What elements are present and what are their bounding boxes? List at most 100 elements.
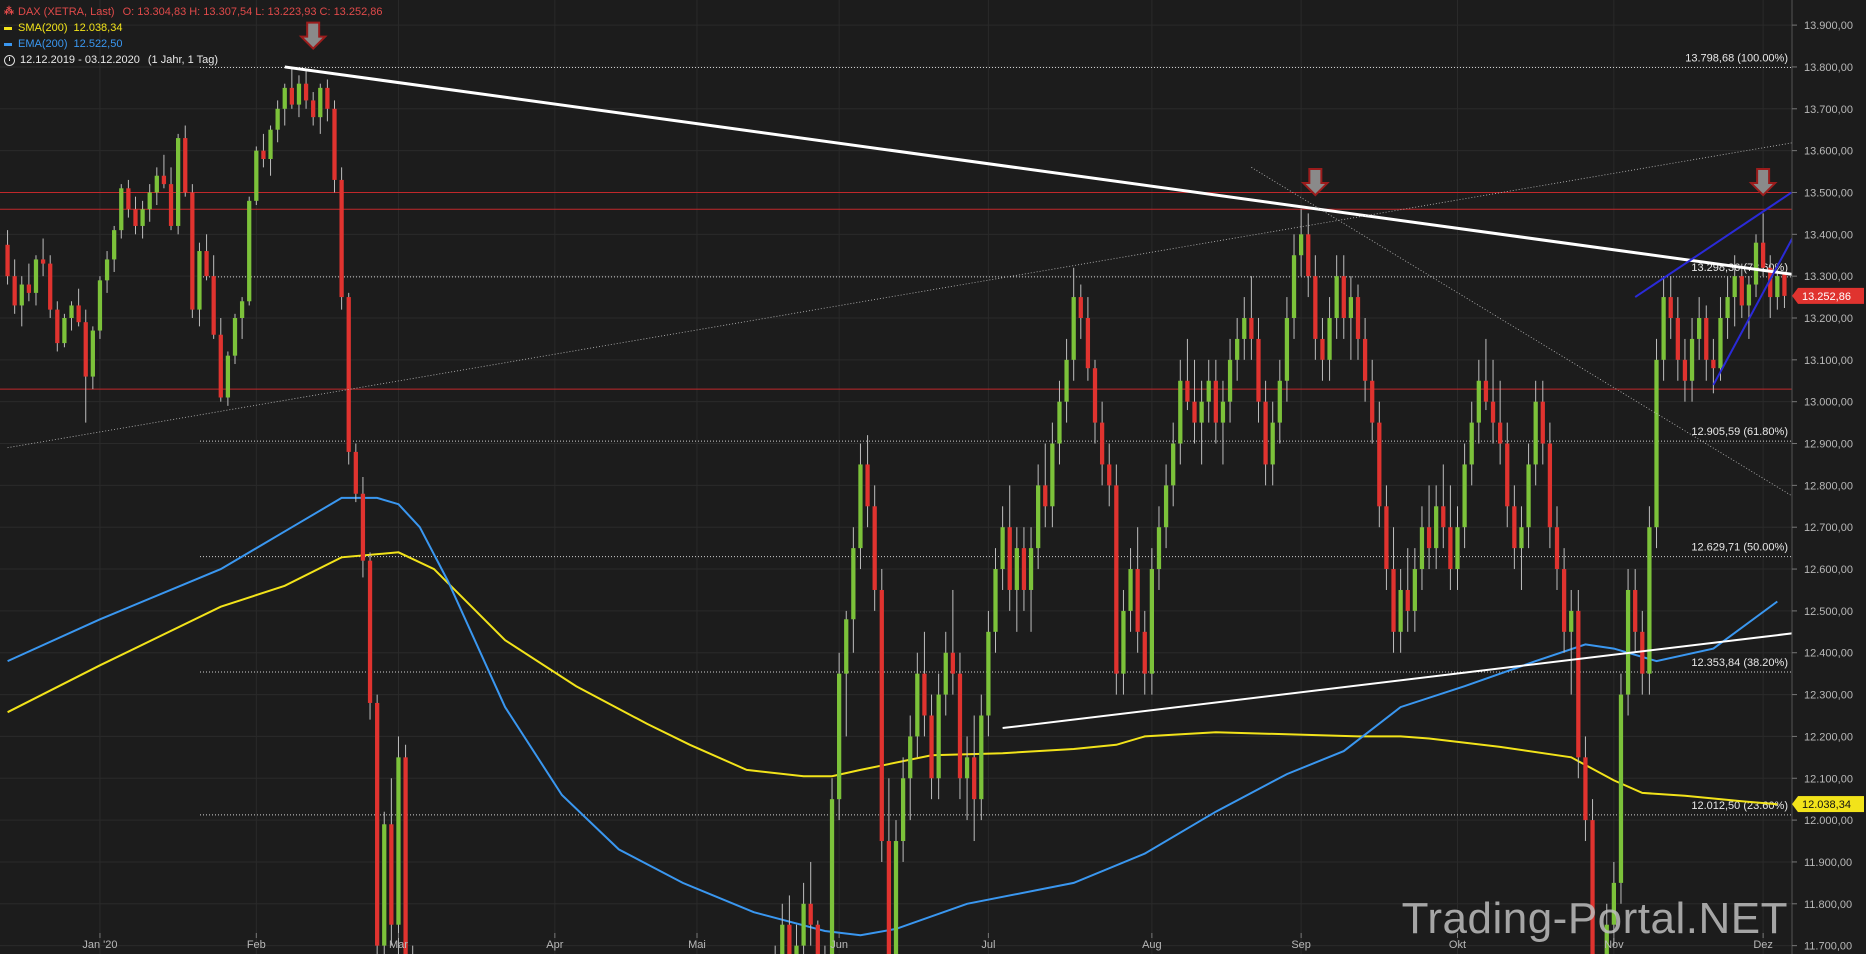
price-tick-label-17: 13.400,00 <box>1804 229 1853 241</box>
chart-legend: ⁂ DAX (XETRA, Last) O: 13.304,83 H: 13.3… <box>4 4 383 68</box>
candle-body-149 <box>1064 359 1069 402</box>
price-chart[interactable]: 13.798,68 (100.00%)13.298,36 (78.60%)12.… <box>0 0 1866 954</box>
candle-body-8 <box>62 318 67 344</box>
candle-body-129 <box>922 673 927 716</box>
candle-body-179 <box>1277 380 1282 423</box>
time-tick-label-5: Jun <box>830 939 848 951</box>
candle-body-121 <box>865 464 870 507</box>
fib-label-2: 12.905,59 (61.80%) <box>1691 426 1788 438</box>
candle-body-122 <box>872 506 877 590</box>
candle-body-136 <box>972 757 977 800</box>
candle-body-238 <box>1697 318 1702 339</box>
candle-body-162 <box>1156 527 1162 570</box>
candle-body-168 <box>1199 401 1204 423</box>
candle-body-144 <box>1028 548 1034 590</box>
legend-title: DAX (XETRA, Last) <box>18 6 115 18</box>
candle-body-190 <box>1355 297 1361 339</box>
candle-body-237 <box>1689 338 1695 381</box>
legend-ema-row[interactable]: EMA(200) 12.522,50 <box>4 36 383 52</box>
candle-body-42 <box>303 83 309 101</box>
fib-label-3: 12.629,71 (50.00%) <box>1691 542 1788 554</box>
candle-body-170 <box>1213 380 1218 423</box>
legend-period: (1 Jahr, 1 Tag) <box>147 54 219 66</box>
candle-body-33 <box>239 301 245 318</box>
candle-body-2 <box>19 284 24 306</box>
candle-body-220 <box>1569 610 1574 632</box>
candle-body-35 <box>254 150 259 201</box>
candle-body-152 <box>1085 318 1091 369</box>
time-tick-label-3: Apr <box>546 939 563 951</box>
candle-body-127 <box>908 736 913 779</box>
legend-sma-label: SMA(200) <box>18 22 68 34</box>
candle-body-151 <box>1078 297 1083 318</box>
candle-body-15 <box>112 230 117 260</box>
candle-body-50 <box>360 493 366 561</box>
candle-body-22 <box>161 175 167 185</box>
candle-body-13 <box>97 280 103 331</box>
candle-body-9 <box>69 305 74 318</box>
time-tick-label-1: Feb <box>247 939 266 951</box>
candle-body-189 <box>1348 297 1354 318</box>
legend-sma-row[interactable]: SMA(200) 12.038,34 <box>4 20 383 36</box>
candle-body-116 <box>829 799 835 954</box>
candle-body-186 <box>1327 318 1332 360</box>
candle-body-147 <box>1050 443 1055 507</box>
candle-body-26 <box>190 192 195 310</box>
candle-body-29 <box>211 276 216 335</box>
sma-price-tag: 12.038,34 <box>1802 799 1851 811</box>
candle-body-125 <box>893 841 899 954</box>
candle-body-114 <box>815 924 820 954</box>
candle-body-217 <box>1547 443 1553 528</box>
candle-body-227 <box>1618 694 1624 883</box>
candle-body-246 <box>1753 242 1759 285</box>
candle-body-17 <box>126 188 131 210</box>
candle-body-23 <box>168 184 174 226</box>
candle-body-134 <box>957 673 963 779</box>
candle-body-117 <box>837 673 842 800</box>
candle-body-0 <box>5 244 10 277</box>
candle-body-47 <box>339 179 344 298</box>
candle-body-135 <box>964 757 970 779</box>
candle-body-229 <box>1633 589 1638 632</box>
time-tick-label-0: Jan '20 <box>82 939 117 951</box>
sma-swatch-icon <box>4 26 12 30</box>
candle-body-19 <box>140 209 145 226</box>
time-tick-label-8: Sep <box>1291 939 1311 951</box>
candle-body-228 <box>1625 589 1631 695</box>
candle-body-235 <box>1675 318 1680 360</box>
candle-body-48 <box>346 297 351 452</box>
candle-body-120 <box>858 464 863 549</box>
candle-body-137 <box>979 715 984 800</box>
price-tick-label-13: 13.000,00 <box>1804 397 1853 409</box>
candle-body-132 <box>943 652 948 695</box>
candle-body-52 <box>375 702 380 946</box>
candle-body-159 <box>1135 569 1140 632</box>
candle-body-185 <box>1320 338 1325 360</box>
candle-body-146 <box>1043 485 1048 507</box>
price-tick-label-5: 12.200,00 <box>1804 731 1853 743</box>
candle-body-171 <box>1220 401 1226 423</box>
candle-body-39 <box>282 87 287 109</box>
last-price-tag: 13.252,86 <box>1802 291 1851 303</box>
legend-range-row[interactable]: 12.12.2019 - 03.12.2020 (1 Jahr, 1 Tag) <box>4 52 383 68</box>
candle-body-24 <box>176 138 181 226</box>
candle-body-156 <box>1114 485 1119 674</box>
time-tick-label-2: Mar <box>389 939 408 951</box>
candle-body-36 <box>261 150 266 159</box>
candle-body-53 <box>382 824 387 946</box>
price-tick-label-18: 13.500,00 <box>1804 187 1853 199</box>
candle-body-27 <box>197 251 202 310</box>
candle-body-54 <box>389 824 394 925</box>
price-tick-label-14: 13.100,00 <box>1804 355 1853 367</box>
candle-body-184 <box>1313 276 1318 339</box>
candle-body-240 <box>1711 359 1716 369</box>
candle-body-38 <box>275 108 280 130</box>
candle-body-12 <box>90 330 95 377</box>
candle-body-164 <box>1171 443 1176 486</box>
clock-icon <box>4 54 15 66</box>
candle-body-222 <box>1583 757 1588 821</box>
price-tick-label-16: 13.300,00 <box>1804 271 1853 283</box>
candle-body-203 <box>1448 527 1453 570</box>
candle-body-167 <box>1192 401 1197 423</box>
candle-body-139 <box>993 569 998 632</box>
